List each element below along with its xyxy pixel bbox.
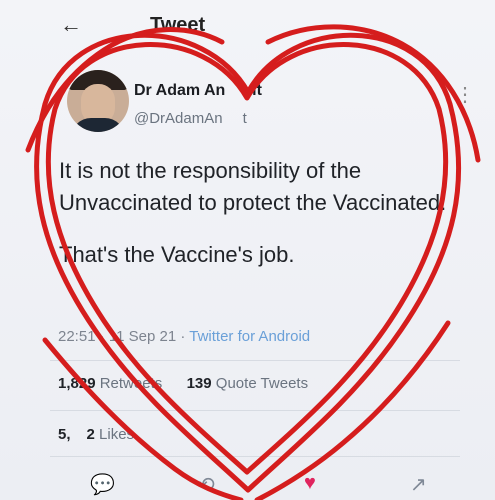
tweet-date: 11 Sep 21 bbox=[108, 328, 177, 345]
like-count-end: 2 bbox=[86, 426, 95, 443]
author-handle-end: t bbox=[242, 110, 247, 127]
meta-separator-2: · bbox=[180, 328, 190, 345]
like-stats[interactable]: 5, 2 Likes bbox=[58, 426, 134, 443]
reply-icon[interactable]: 💬 bbox=[90, 472, 115, 497]
tweet-meta: 22:51 · 11 Sep 21 · Twitter for Android bbox=[58, 328, 310, 345]
retweet-count: 1,829 bbox=[58, 375, 96, 392]
author-name-end: vit bbox=[243, 82, 262, 99]
divider-3 bbox=[50, 456, 460, 457]
author-name-start: Dr Adam An bbox=[134, 82, 226, 99]
avatar-suit bbox=[71, 118, 125, 132]
retweet-icon[interactable]: ⟲ bbox=[198, 472, 215, 497]
tweet-paragraph-1: It is not the responsibility of the Unva… bbox=[59, 158, 447, 215]
quote-tweet-count: 139 bbox=[186, 375, 212, 392]
page-title: Tweet bbox=[150, 14, 206, 36]
more-options-icon[interactable]: ⋮ bbox=[455, 82, 475, 107]
meta-separator-1: · bbox=[99, 328, 109, 345]
retweet-stats[interactable]: 1,829 Retweets 139 Quote Tweets bbox=[58, 375, 308, 392]
author-handle[interactable]: @DrAdamAn t bbox=[134, 110, 247, 127]
tweet-text: It is not the responsibility of the Unva… bbox=[59, 155, 449, 271]
divider-1 bbox=[50, 360, 460, 361]
heart-icon[interactable]: ♥ bbox=[304, 472, 316, 495]
tweet-screen: ← Tweet ⋮ Dr Adam An vit @DrAdamAn t It is… bbox=[0, 0, 495, 500]
share-icon[interactable]: ↗ bbox=[410, 472, 427, 497]
like-label: Likes bbox=[99, 426, 135, 443]
avatar[interactable] bbox=[67, 70, 129, 132]
author-name[interactable]: Dr Adam An vit bbox=[134, 82, 262, 100]
retweet-label: Retweets bbox=[99, 375, 163, 392]
tweet-time: 22:51 bbox=[58, 328, 96, 345]
divider-2 bbox=[50, 410, 460, 411]
header: ← Tweet bbox=[0, 0, 495, 52]
author-handle-start: @DrAdamAn bbox=[134, 110, 223, 127]
tweet-app[interactable]: Twitter for Android bbox=[189, 328, 310, 345]
like-count-start: 5, bbox=[58, 426, 71, 443]
arrow-left-icon[interactable]: ← bbox=[60, 12, 82, 38]
tweet-actions: 💬 ⟲ ♥ ↗ bbox=[0, 462, 495, 500]
tweet-paragraph-2: That's the Vaccine's job. bbox=[59, 242, 295, 267]
quote-tweet-label: Quote Tweets bbox=[215, 375, 309, 392]
